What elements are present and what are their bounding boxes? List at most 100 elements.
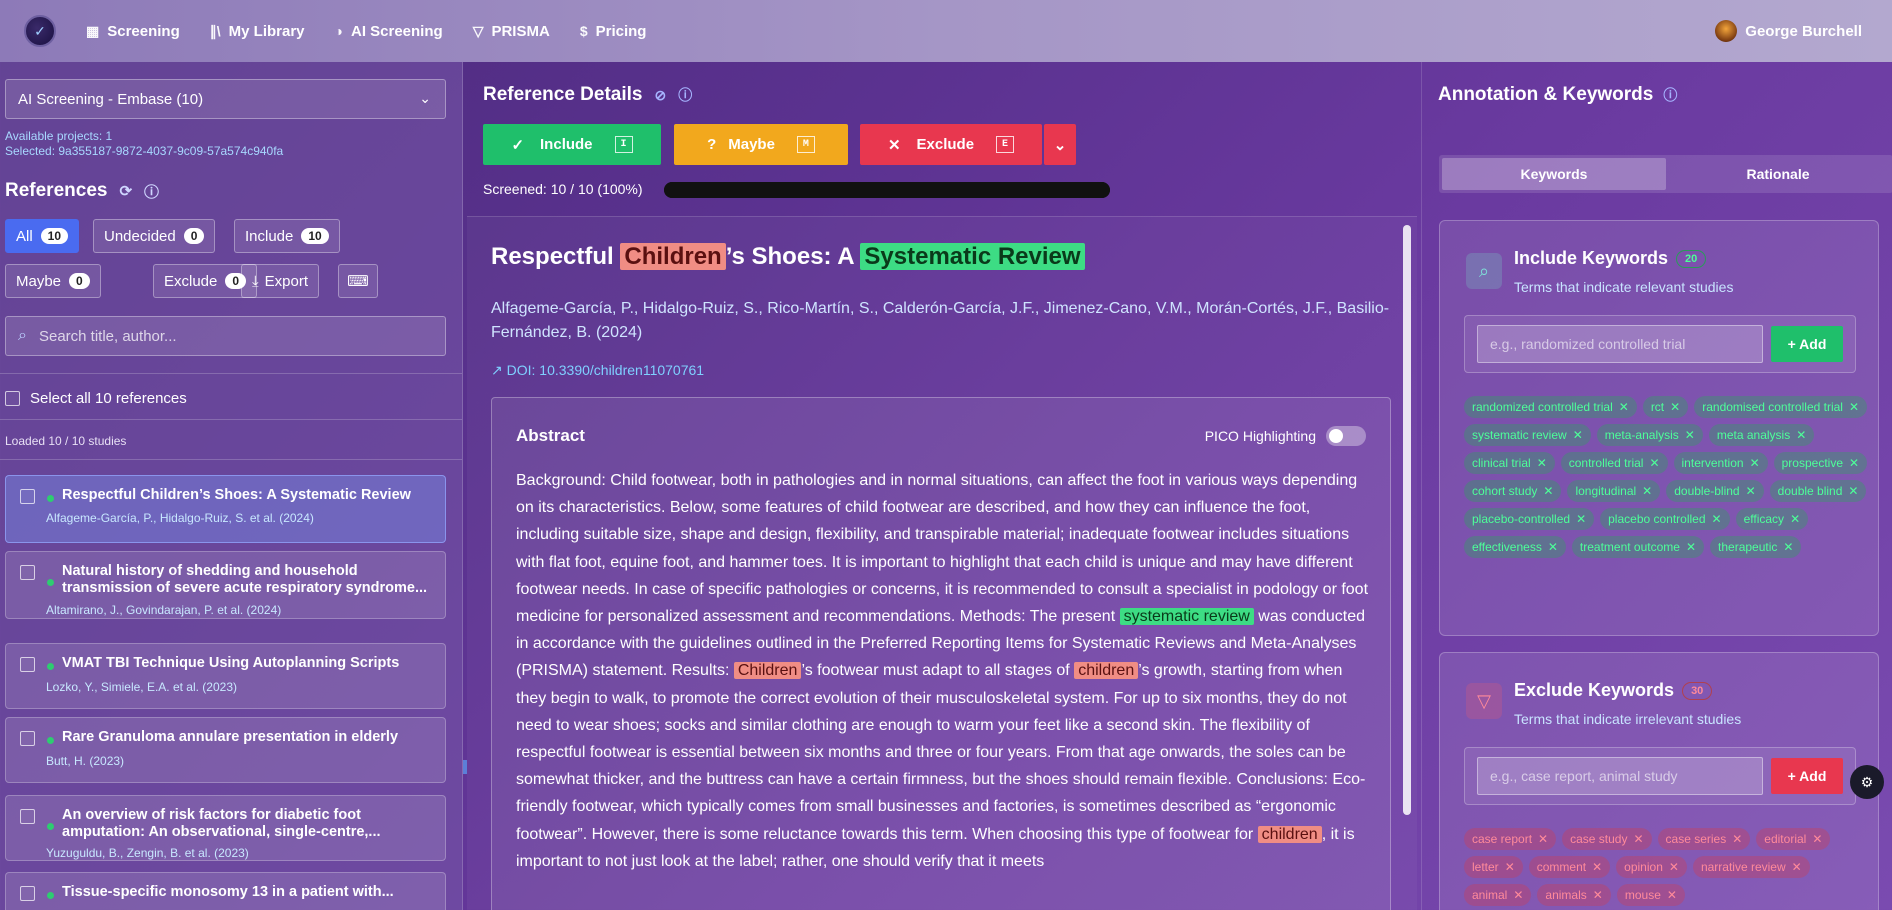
info-icon[interactable]: ⓘ <box>1663 85 1677 105</box>
app-logo[interactable]: ✓ <box>24 15 56 47</box>
eye-off-icon[interactable]: ⊘ <box>654 87 666 104</box>
remove-keyword-icon[interactable]: ✕ <box>1686 540 1696 554</box>
search-input[interactable] <box>38 327 419 345</box>
remove-keyword-icon[interactable]: ✕ <box>1642 484 1652 498</box>
row-checkbox[interactable] <box>20 565 35 580</box>
project-select-value: AI Screening - Embase (10) <box>18 91 204 108</box>
nav-pricing[interactable]: $ Pricing <box>580 23 647 40</box>
include-button[interactable]: ✓ Include I <box>483 124 661 165</box>
list-item[interactable]: VMAT TBI Technique Using Autoplanning Sc… <box>5 643 446 709</box>
remove-keyword-icon[interactable]: ✕ <box>1685 428 1695 442</box>
remove-keyword-icon[interactable]: ✕ <box>1746 484 1756 498</box>
remove-keyword-icon[interactable]: ✕ <box>1849 400 1859 414</box>
list-item[interactable]: Respectful Children’s Shoes: A Systemati… <box>5 475 446 543</box>
remove-keyword-icon[interactable]: ✕ <box>1848 484 1858 498</box>
nav-my-library[interactable]: ∥\ My Library <box>210 23 305 40</box>
list-item[interactable]: An overview of risk factors for diabetic… <box>5 795 446 861</box>
ai-icon: ◑ <box>334 23 343 39</box>
remove-keyword-icon[interactable]: ✕ <box>1792 860 1802 874</box>
row-checkbox[interactable] <box>20 657 35 672</box>
row-checkbox[interactable] <box>20 809 35 824</box>
ref-title: Natural history of shedding and househol… <box>62 563 428 596</box>
filter-label: Exclude <box>164 272 218 290</box>
references-panel: AI Screening - Embase (10) ⌄ Available p… <box>0 62 463 910</box>
export-button[interactable]: ⤓ Export <box>241 264 319 298</box>
decision-more-button[interactable]: ⌄ <box>1044 124 1076 165</box>
doi-link[interactable]: ↗ DOI: 10.3390/children11070761 <box>491 362 704 379</box>
ref-title: Tissue-specific monosomy 13 in a patient… <box>62 884 394 900</box>
select-all[interactable]: Select all 10 references <box>5 390 187 407</box>
ref-title: An overview of risk factors for diabetic… <box>62 807 381 840</box>
remove-keyword-icon[interactable]: ✕ <box>1812 832 1822 846</box>
remove-keyword-icon[interactable]: ✕ <box>1576 512 1586 526</box>
nav-ai-screening[interactable]: ◑ AI Screening <box>335 23 443 40</box>
remove-keyword-icon[interactable]: ✕ <box>1633 832 1643 846</box>
keyword-text: opinion <box>1624 860 1663 874</box>
abstract-segment: ’s growth, starting from when they begin… <box>516 662 1366 843</box>
exclude-keywords-section: ▽ Exclude Keywords 30 Terms that indicat… <box>1439 652 1879 910</box>
remove-keyword-icon[interactable]: ✕ <box>1849 456 1859 470</box>
tab-keywords[interactable]: Keywords <box>1442 158 1666 190</box>
remove-keyword-icon[interactable]: ✕ <box>1537 456 1547 470</box>
remove-keyword-icon[interactable]: ✕ <box>1667 888 1677 902</box>
row-checkbox[interactable] <box>20 886 35 901</box>
remove-keyword-icon[interactable]: ✕ <box>1513 888 1523 902</box>
remove-keyword-icon[interactable]: ✕ <box>1669 860 1679 874</box>
include-keyword-form: + Add <box>1464 315 1856 373</box>
remove-keyword-icon[interactable]: ✕ <box>1573 428 1583 442</box>
remove-keyword-icon[interactable]: ✕ <box>1538 832 1548 846</box>
filter-undecided[interactable]: Undecided 0 <box>93 219 216 253</box>
row-checkbox[interactable] <box>20 731 35 746</box>
select-all-checkbox[interactable] <box>5 391 20 406</box>
remove-keyword-icon[interactable]: ✕ <box>1505 860 1515 874</box>
exclude-keyword-input[interactable] <box>1477 757 1763 795</box>
remove-keyword-icon[interactable]: ✕ <box>1593 888 1603 902</box>
nav-label: AI Screening <box>350 22 443 40</box>
search-box: ⌕ <box>5 316 446 356</box>
exclude-keywords-heading: Exclude Keywords 30 <box>1514 680 1713 701</box>
remove-keyword-icon[interactable]: ✕ <box>1649 456 1659 470</box>
remove-keyword-icon[interactable]: ✕ <box>1548 540 1558 554</box>
add-include-keyword-button[interactable]: + Add <box>1771 326 1843 362</box>
maybe-button[interactable]: ? Maybe M <box>674 124 848 165</box>
remove-keyword-icon[interactable]: ✕ <box>1670 400 1680 414</box>
remove-keyword-icon[interactable]: ✕ <box>1732 832 1742 846</box>
tab-rationale[interactable]: Rationale <box>1666 158 1890 190</box>
references-title: References ⟳ ⓘ <box>5 180 159 202</box>
remove-keyword-icon[interactable]: ✕ <box>1783 540 1793 554</box>
keyboard-shortcuts-button[interactable]: ⌨ <box>338 264 378 298</box>
remove-keyword-icon[interactable]: ✕ <box>1543 484 1553 498</box>
filter-maybe[interactable]: Maybe 0 <box>5 264 101 298</box>
user-menu[interactable]: George Burchell <box>1715 20 1862 42</box>
nav-screening[interactable]: ▦ Screening <box>86 23 180 40</box>
row-checkbox[interactable] <box>20 489 35 504</box>
include-keyword-input[interactable] <box>1477 325 1763 363</box>
info-icon[interactable]: ⓘ <box>144 181 159 202</box>
remove-keyword-icon[interactable]: ✕ <box>1619 400 1629 414</box>
list-item[interactable]: Natural history of shedding and househol… <box>5 551 446 619</box>
remove-keyword-icon[interactable]: ✕ <box>1796 428 1806 442</box>
remove-keyword-icon[interactable]: ✕ <box>1750 456 1760 470</box>
keyword-chip: meta analysis ✕ <box>1708 424 1815 446</box>
pico-toggle[interactable] <box>1326 426 1366 446</box>
nav-prisma[interactable]: ▽ PRISMA <box>473 23 550 40</box>
chevron-down-icon: ⌄ <box>1053 136 1067 154</box>
exclude-button[interactable]: ✕ Exclude E <box>860 124 1042 165</box>
info-icon[interactable]: ⓘ <box>678 85 692 105</box>
keyword-text: double-blind <box>1674 484 1740 498</box>
list-item[interactable]: Tissue-specific monosomy 13 in a patient… <box>5 872 446 910</box>
filter-include[interactable]: Include 10 <box>234 219 340 253</box>
scrollbar[interactable] <box>1403 225 1411 815</box>
add-exclude-keyword-button[interactable]: + Add <box>1771 758 1843 794</box>
project-select[interactable]: AI Screening - Embase (10) ⌄ <box>5 79 446 119</box>
keyword-chip: efficacy ✕ <box>1735 508 1809 530</box>
ai-assistant-button[interactable]: ⚙ <box>1850 765 1884 799</box>
filter-all[interactable]: All 10 <box>5 219 80 253</box>
exclude-highlight: children <box>1257 825 1322 843</box>
remove-keyword-icon[interactable]: ✕ <box>1712 512 1722 526</box>
remove-keyword-icon[interactable]: ✕ <box>1790 512 1800 526</box>
list-item[interactable]: Rare Granuloma annulare presentation in … <box>5 717 446 783</box>
remove-keyword-icon[interactable]: ✕ <box>1592 860 1602 874</box>
keyword-text: meta-analysis <box>1604 428 1679 442</box>
refresh-icon[interactable]: ⟳ <box>119 182 132 200</box>
